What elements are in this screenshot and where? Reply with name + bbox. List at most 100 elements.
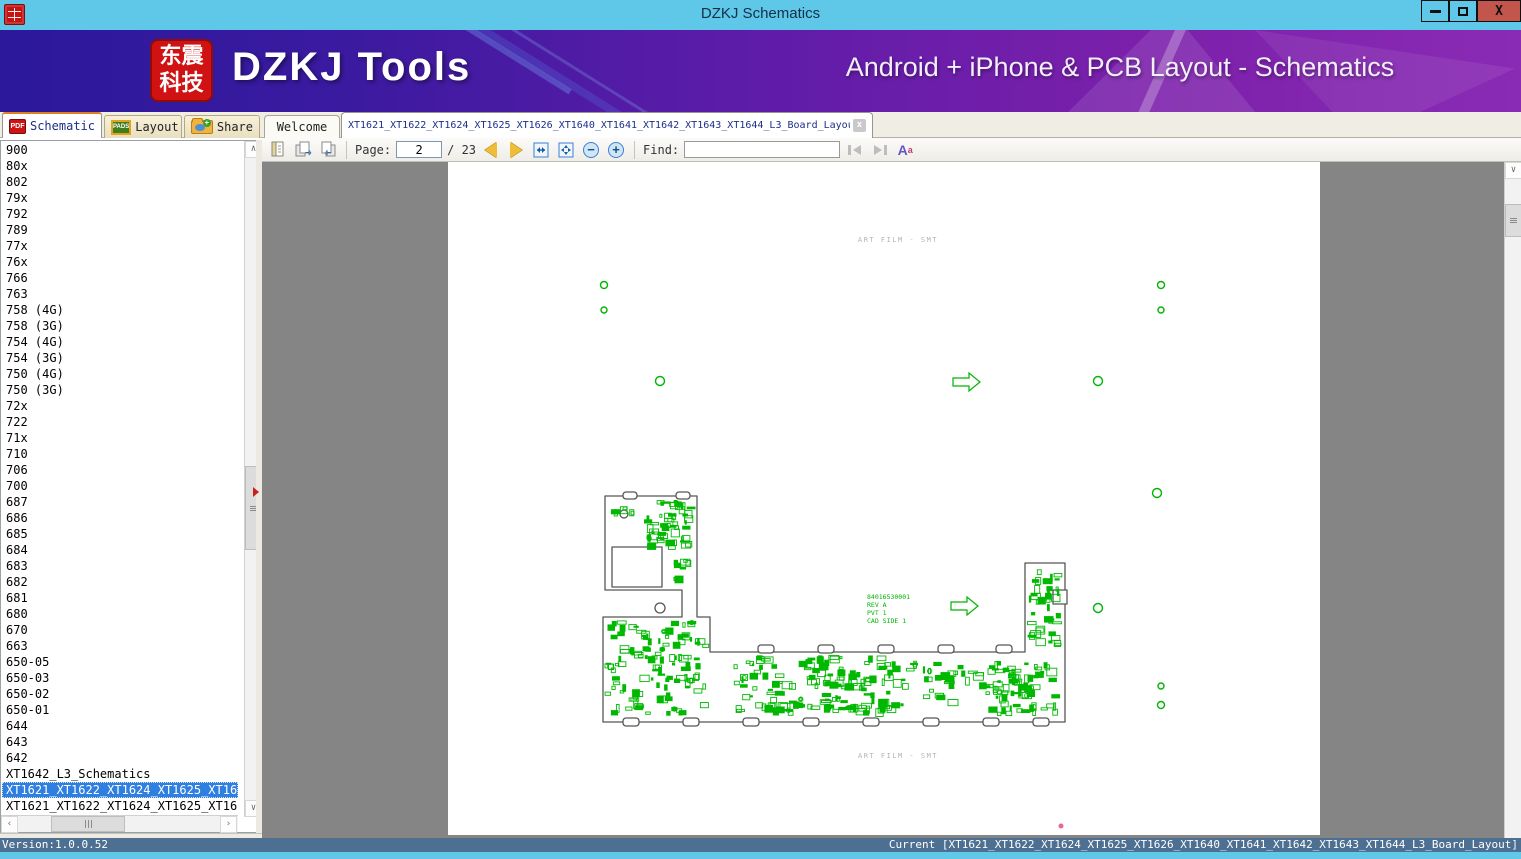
minimize-button[interactable] bbox=[1421, 0, 1449, 22]
share-folder-icon: + bbox=[191, 118, 213, 134]
list-item[interactable]: XT1642_L3_Schematics bbox=[2, 766, 238, 782]
list-item[interactable]: 682 bbox=[2, 574, 238, 590]
page-back-icon bbox=[321, 141, 336, 157]
find-input[interactable] bbox=[684, 141, 841, 158]
maximize-icon bbox=[1458, 6, 1468, 16]
zoom-out-button[interactable]: − bbox=[581, 140, 601, 160]
schematic-list: 900 80x 802 79x 792 789 77x 76x 766 763 758 (4G) 75… bbox=[2, 142, 238, 816]
brand-tagline: Android + iPhone & PCB Layout - Schemati… bbox=[845, 52, 1395, 82]
list-item[interactable]: 670 bbox=[2, 622, 238, 638]
page-forward-icon bbox=[295, 141, 312, 157]
list-item[interactable]: 802 bbox=[2, 174, 238, 190]
dzkj-logo: 东震 科技 bbox=[150, 39, 213, 102]
list-item[interactable]: 685 bbox=[2, 526, 238, 542]
single-page-view-button[interactable] bbox=[268, 140, 288, 160]
list-item[interactable]: 766 bbox=[2, 270, 238, 286]
match-case-button[interactable]: Aa bbox=[895, 140, 915, 160]
scroll-left-icon[interactable]: ‹ bbox=[1, 816, 18, 833]
list-item[interactable]: 700 bbox=[2, 478, 238, 494]
find-next-button[interactable] bbox=[870, 140, 890, 160]
pdf-icon: PDF bbox=[9, 118, 26, 134]
list-item[interactable]: 642 bbox=[2, 750, 238, 766]
sidebar-horizontal-scrollbar[interactable]: ‹ › bbox=[1, 815, 238, 833]
document-vertical-scrollbar[interactable]: ∧ ∨ bbox=[1504, 162, 1521, 838]
list-item[interactable]: 710 bbox=[2, 446, 238, 462]
pdf-toolbar: Page: / 23 − + Find: Aa bbox=[262, 138, 1521, 162]
list-item[interactable]: 763 bbox=[2, 286, 238, 302]
tab-close-icon[interactable]: x bbox=[853, 119, 866, 132]
bottom-accent-strip bbox=[0, 852, 1521, 859]
pdf-page: ART FILM - SMT ART FILM - SMT 8401653000… bbox=[448, 162, 1320, 835]
list-item[interactable]: 650-03 bbox=[2, 670, 238, 686]
list-item[interactable]: 681 bbox=[2, 590, 238, 606]
list-item[interactable]: 789 bbox=[2, 222, 238, 238]
list-item[interactable]: 706 bbox=[2, 462, 238, 478]
list-item[interactable]: 663 bbox=[2, 638, 238, 654]
list-item[interactable]: 754 (4G) bbox=[2, 334, 238, 350]
previous-page-icon bbox=[485, 141, 498, 158]
list-item[interactable]: 686 bbox=[2, 510, 238, 526]
list-item[interactable]: 758 (4G) bbox=[2, 302, 238, 318]
document-scrollbar-thumb[interactable] bbox=[1505, 204, 1521, 237]
page-number-input[interactable] bbox=[396, 141, 443, 158]
fit-page-button[interactable] bbox=[556, 140, 576, 160]
scroll-right-icon[interactable]: › bbox=[220, 816, 237, 833]
list-item[interactable]: 680 bbox=[2, 606, 238, 622]
next-page-icon bbox=[510, 141, 523, 158]
list-item[interactable]: 754 (3G) bbox=[2, 350, 238, 366]
minimize-icon bbox=[1429, 9, 1441, 13]
art-film-label-top: ART FILM - SMT bbox=[858, 236, 938, 244]
list-item[interactable]: 650-05 bbox=[2, 654, 238, 670]
list-item[interactable]: 643 bbox=[2, 734, 238, 750]
page-marker-dot bbox=[1058, 823, 1064, 829]
list-item[interactable]: 644 bbox=[2, 718, 238, 734]
art-film-label-bottom: ART FILM - SMT bbox=[858, 752, 938, 760]
page-forward-button[interactable] bbox=[293, 140, 313, 160]
list-item[interactable]: 683 bbox=[2, 558, 238, 574]
fit-width-button[interactable] bbox=[531, 140, 551, 160]
list-item[interactable]: 792 bbox=[2, 206, 238, 222]
tab-strip: PDF Schematic PADS Layout + Share Welcom… bbox=[0, 112, 1521, 138]
doc-scroll-down-icon[interactable]: ∨ bbox=[1505, 162, 1521, 179]
find-previous-button[interactable] bbox=[845, 140, 865, 160]
list-item[interactable]: 900 bbox=[2, 142, 238, 158]
list-item[interactable]: 80x bbox=[2, 158, 238, 174]
maximize-button[interactable] bbox=[1449, 0, 1477, 22]
pdf-viewport[interactable]: ART FILM - SMT ART FILM - SMT 8401653000… bbox=[262, 162, 1521, 838]
brand-title: DZKJ Tools bbox=[232, 45, 472, 89]
svg-text:CAD SIDE 1: CAD SIDE 1 bbox=[867, 617, 906, 625]
list-item[interactable]: XT1621_XT1622_XT1624_XT1625_XT1626_XT164… bbox=[2, 798, 238, 814]
tab-share[interactable]: + Share bbox=[184, 115, 260, 138]
splitter-arrow-icon[interactable] bbox=[253, 487, 259, 497]
tab-schematic[interactable]: PDF Schematic bbox=[2, 112, 102, 138]
brand-banner: 东震 科技 DZKJ Tools Android + iPhone & PCB … bbox=[0, 30, 1521, 112]
list-item[interactable]: 72x bbox=[2, 398, 238, 414]
list-item[interactable]: 722 bbox=[2, 414, 238, 430]
previous-page-button[interactable] bbox=[481, 140, 501, 160]
svg-text:REV A: REV A bbox=[867, 601, 887, 609]
list-item[interactable]: 71x bbox=[2, 430, 238, 446]
tab-welcome[interactable]: Welcome bbox=[264, 115, 340, 138]
list-item[interactable]: 76x bbox=[2, 254, 238, 270]
list-item[interactable]: 650-01 bbox=[2, 702, 238, 718]
zoom-out-icon: − bbox=[583, 141, 600, 158]
list-item[interactable]: 758 (3G) bbox=[2, 318, 238, 334]
list-item[interactable]: 650-02 bbox=[2, 686, 238, 702]
zoom-in-button[interactable]: + bbox=[606, 140, 626, 160]
sidebar-hscrollbar-thumb[interactable] bbox=[51, 816, 125, 832]
list-item[interactable]: XT1621_XT1622_XT1624_XT1625_XT1626_XT164… bbox=[2, 782, 238, 798]
tab-board-layout-document[interactable]: XT1621_XT1622_XT1624_XT1625_XT1626_XT164… bbox=[341, 112, 873, 138]
application-window: DZKJ Schematics X 东震 科技 DZKJ Tools Andro… bbox=[0, 0, 1521, 859]
page-back-button[interactable] bbox=[318, 140, 338, 160]
list-item[interactable]: 750 (4G) bbox=[2, 366, 238, 382]
close-button[interactable]: X bbox=[1477, 0, 1521, 22]
list-item[interactable]: 79x bbox=[2, 190, 238, 206]
list-item[interactable]: 687 bbox=[2, 494, 238, 510]
list-item[interactable]: 750 (3G) bbox=[2, 382, 238, 398]
tab-layout[interactable]: PADS Layout bbox=[104, 115, 182, 138]
page-total: / 23 bbox=[447, 142, 477, 157]
next-page-button[interactable] bbox=[506, 140, 526, 160]
list-item[interactable]: 684 bbox=[2, 542, 238, 558]
current-document-text: Current [XT1621_XT1622_XT1624_XT1625_XT1… bbox=[888, 838, 1518, 851]
list-item[interactable]: 77x bbox=[2, 238, 238, 254]
